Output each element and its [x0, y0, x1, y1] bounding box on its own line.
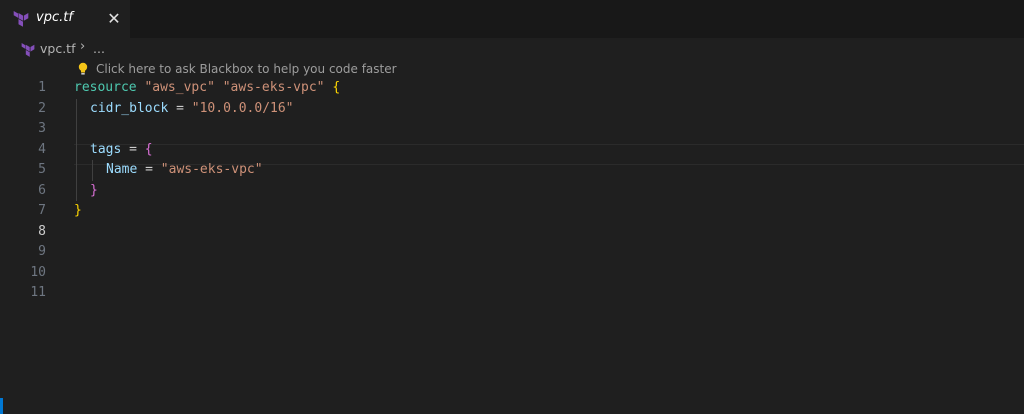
breadcrumb-more[interactable]: ...: [93, 41, 105, 56]
line-number: 1: [38, 80, 46, 95]
editor-tab-bar: vpc.tf ✕: [0, 0, 1024, 38]
attribute-name: Name: [106, 162, 138, 177]
assign-operator: =: [168, 100, 192, 116]
open-brace: {: [144, 141, 153, 157]
indent-guide: [92, 160, 93, 181]
assign-operator: =: [137, 162, 161, 177]
code-line-1: resource "aws_vpc" "aws-eks-vpc" {: [74, 78, 340, 99]
line-number: 10: [30, 264, 46, 280]
open-brace: {: [332, 80, 341, 95]
line-number-active: 8: [38, 223, 46, 239]
line-number: 3: [38, 121, 46, 136]
code-line-5: Name = "aws-eks-vpc": [106, 160, 263, 181]
terraform-icon: [21, 43, 35, 57]
code-line-6: }: [90, 181, 98, 202]
keyword-resource: resource: [74, 80, 137, 95]
attribute-tags: tags: [90, 141, 122, 157]
close-brace: }: [74, 203, 82, 218]
line-number: 9: [38, 244, 46, 259]
tab-vpc-tf[interactable]: vpc.tf ✕: [0, 0, 130, 38]
code-editor[interactable]: 1 2 3 4 5 6 7 8 9 10 11 resource "aws_vp…: [0, 78, 1024, 414]
line-number: 7: [38, 203, 46, 218]
status-indicator: [0, 398, 3, 414]
line-number: 11: [30, 285, 46, 300]
string-cidr-value: "10.0.0.0/16": [191, 100, 294, 116]
code-line-7: }: [74, 201, 82, 222]
line-number: 5: [38, 162, 46, 177]
close-icon[interactable]: ✕: [104, 9, 124, 29]
line-number: 2: [38, 100, 46, 116]
string-resource-name: "aws-eks-vpc": [222, 80, 325, 95]
chevron-right-icon: ›: [80, 39, 86, 54]
string-name-value: "aws-eks-vpc": [160, 162, 263, 177]
hint-text: Click here to ask Blackbox to help you c…: [96, 62, 397, 76]
line-number: 6: [38, 182, 46, 198]
lightbulb-icon: [78, 62, 88, 75]
terraform-icon: [13, 11, 29, 27]
attribute-cidr-block: cidr_block: [90, 100, 169, 116]
breadcrumb-file[interactable]: vpc.tf: [40, 41, 75, 56]
code-line-4: tags = {: [90, 140, 153, 161]
assign-operator: =: [121, 141, 145, 157]
string-resource-type: "aws_vpc": [144, 80, 215, 95]
breadcrumb: vpc.tf › ...: [0, 38, 1024, 60]
code-line-2: cidr_block = "10.0.0.0/16": [90, 99, 294, 120]
indent-guide: [76, 98, 77, 201]
tab-label: vpc.tf: [36, 10, 73, 25]
line-number: 4: [38, 141, 46, 157]
close-brace: }: [90, 182, 98, 198]
